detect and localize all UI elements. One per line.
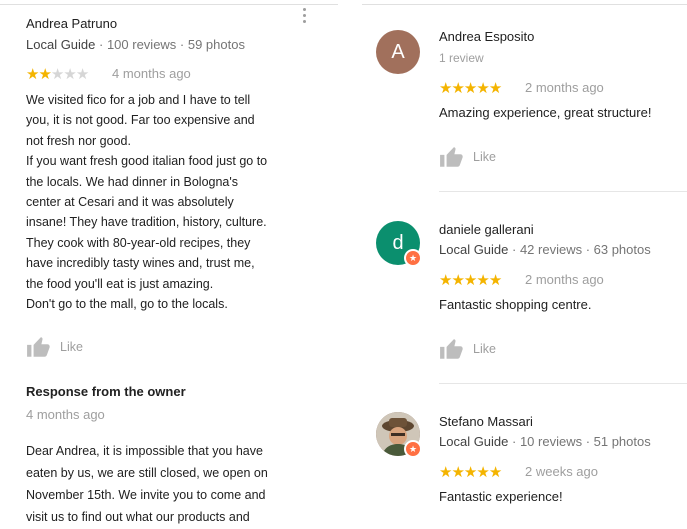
more-vert-icon[interactable]	[303, 8, 307, 26]
review-author-name[interactable]: Andrea Esposito	[439, 29, 534, 44]
thumbs-up-icon	[27, 337, 50, 357]
star-icon: ★	[451, 272, 464, 289]
review-author-meta: Local Guide · 42 reviews · 63 photos	[439, 242, 651, 257]
review-author-meta: Local Guide · 100 reviews · 59 photos	[26, 37, 245, 52]
star-icon: ★	[476, 80, 489, 97]
star-icon: ★	[451, 464, 464, 481]
thumbs-up-icon	[440, 339, 463, 359]
review-author-meta: Local Guide · 10 reviews · 51 photos	[439, 434, 651, 449]
review-panel-left: Andrea Patruno Local Guide · 100 reviews…	[0, 0, 338, 529]
star-icon: ★	[488, 464, 502, 481]
star-icon: ★	[476, 272, 489, 289]
owner-response-age: 4 months ago	[26, 407, 105, 422]
review-text: Amazing experience, great structure!	[439, 105, 652, 120]
review-text: Fantastic shopping centre.	[439, 297, 592, 312]
review-author-meta: 1 review	[439, 51, 484, 65]
owner-response-text: Dear Andrea, it is impossible that you h…	[26, 444, 268, 524]
owner-response-heading: Response from the owner	[26, 384, 186, 399]
top-divider	[0, 4, 338, 5]
star-icon: ★	[463, 272, 477, 289]
star-icon: ★	[463, 80, 477, 97]
review-divider	[439, 383, 687, 384]
review-age: 4 months ago	[112, 66, 191, 81]
star-icon: ★	[26, 66, 39, 83]
review-author-name[interactable]: Stefano Massari	[439, 414, 533, 429]
review-text: We visited fico for a job and I have to …	[26, 93, 268, 312]
local-guide-badge-icon: ★	[404, 249, 422, 267]
like-button[interactable]: Like	[439, 146, 496, 168]
star-icon: ★	[63, 66, 76, 83]
thumbs-up-icon	[440, 147, 463, 167]
star-icon: ★	[38, 66, 51, 83]
avatar[interactable]: A	[376, 30, 420, 74]
star-icon: ★	[50, 66, 64, 83]
star-icon: ★	[439, 80, 452, 97]
rating-stars: ★★★★★	[439, 271, 502, 289]
star-icon: ★	[488, 272, 502, 289]
star-icon: ★	[439, 464, 452, 481]
star-icon: ★	[451, 80, 464, 97]
star-icon: ★	[476, 464, 489, 481]
review-text: Fantastic experience!	[439, 489, 563, 504]
review-divider	[439, 191, 687, 192]
star-icon: ★	[75, 66, 89, 83]
star-icon: ★	[439, 272, 452, 289]
star-icon: ★	[488, 80, 502, 97]
top-divider	[362, 4, 687, 5]
like-button[interactable]: Like	[26, 336, 83, 358]
like-button[interactable]: Like	[439, 338, 496, 360]
rating-stars: ★★★★★	[439, 79, 502, 97]
review-age: 2 weeks ago	[525, 464, 598, 479]
review-author-name[interactable]: daniele gallerani	[439, 222, 534, 237]
review-panel-right: A Andrea Esposito 1 review ★★★★★ 2 month…	[362, 0, 687, 529]
review-age: 2 months ago	[525, 80, 604, 95]
rating-stars: ★★★★★	[26, 65, 89, 83]
star-icon: ★	[463, 464, 477, 481]
rating-stars: ★★★★★	[439, 463, 502, 481]
review-age: 2 months ago	[525, 272, 604, 287]
local-guide-badge-icon: ★	[404, 440, 422, 458]
review-author-name[interactable]: Andrea Patruno	[26, 16, 117, 31]
